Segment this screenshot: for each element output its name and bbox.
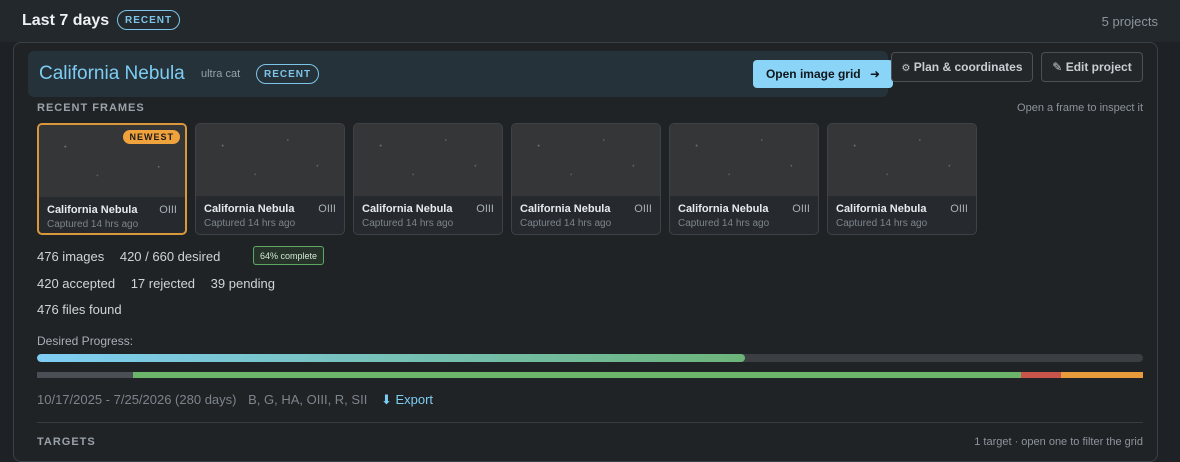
frame-capture-time: Captured 14 hrs ago <box>520 218 612 229</box>
open-image-grid-label: Open image grid <box>765 67 861 81</box>
desired-progress-bar <box>37 354 1143 362</box>
status-segment-rejected <box>1021 372 1062 378</box>
project-card: California Nebula ultra cat RECENT Open … <box>13 42 1158 462</box>
frame-thumbnail <box>512 124 660 196</box>
section-title: Last 7 days <box>22 12 110 29</box>
section-header: Last 7 days RECENT 5 projects <box>0 0 1180 42</box>
targets-heading: TARGETS <box>37 436 96 448</box>
pending-count: 39 pending <box>210 276 275 291</box>
gear-icon: ⚙ <box>901 63 911 74</box>
frame-thumbnail <box>828 124 976 196</box>
frame-capture-time: Captured 14 hrs ago <box>362 218 454 229</box>
frame-target-name: California Nebula <box>204 203 295 215</box>
files-row: 476 files found <box>37 302 134 317</box>
frame-card[interactable]: California Nebula OIII Captured 14 hrs a… <box>827 123 977 235</box>
targets-hint: 1 target · open one to filter the grid <box>974 436 1143 448</box>
frame-card[interactable]: California Nebula OIII Captured 14 hrs a… <box>353 123 503 235</box>
frame-filter: OIII <box>476 203 494 215</box>
status-segment-other <box>37 372 134 378</box>
rejected-count: 17 rejected <box>130 276 196 291</box>
image-count-row: 476 images 420 / 660 desired <box>37 249 232 264</box>
download-icon: ⬇ <box>380 392 392 407</box>
desired-progress-label: Desired Progress: <box>37 334 134 348</box>
frame-card[interactable]: California Nebula OIII Captured 14 hrs a… <box>669 123 819 235</box>
newest-badge: NEWEST <box>123 130 180 144</box>
project-recent-badge: RECENT <box>256 64 320 84</box>
date-range: 10/17/2025 - 7/25/2026 (280 days) <box>37 392 237 407</box>
arrow-right-icon: ➜ <box>869 67 881 81</box>
frame-target-name: California Nebula <box>678 203 769 215</box>
frame-thumbnail <box>670 124 818 196</box>
frame-filter: OIII <box>634 203 652 215</box>
frame-card[interactable]: NEWEST California Nebula OIII Captured 1… <box>37 123 187 235</box>
status-progress-bar <box>37 372 1143 378</box>
camera-name: ultra cat <box>201 68 241 80</box>
accepted-count: 420 accepted <box>37 276 116 291</box>
desired-progress-fill <box>37 354 745 362</box>
recent-frames-heading: RECENT FRAMES <box>37 102 145 114</box>
plan-coordinates-button[interactable]: ⚙ Plan & coordinates <box>891 52 1033 82</box>
frame-thumbnail <box>354 124 502 196</box>
project-name[interactable]: California Nebula <box>39 63 185 85</box>
section-divider <box>37 422 1143 423</box>
edit-project-label: Edit project <box>1065 60 1132 74</box>
recent-frames-hint: Open a frame to inspect it <box>1017 102 1143 114</box>
pencil-icon: ✎ <box>1052 60 1063 74</box>
frame-capture-time: Captured 14 hrs ago <box>47 219 139 230</box>
frame-filter: OIII <box>318 203 336 215</box>
complete-badge: 64% complete <box>253 246 325 265</box>
frame-filter: OIII <box>950 203 968 215</box>
project-count: 5 projects <box>1101 14 1158 29</box>
frame-card[interactable]: California Nebula OIII Captured 14 hrs a… <box>195 123 345 235</box>
section-recent-badge: RECENT <box>117 10 181 30</box>
status-segment-pending <box>1061 372 1143 378</box>
frame-capture-time: Captured 14 hrs ago <box>204 218 296 229</box>
open-image-grid-button[interactable]: Open image grid ➜ <box>753 60 893 88</box>
project-footer: 10/17/2025 - 7/25/2026 (280 days) B, G, … <box>37 392 433 408</box>
export-label: Export <box>395 392 434 407</box>
frame-capture-time: Captured 14 hrs ago <box>836 218 928 229</box>
frame-target-name: California Nebula <box>362 203 453 215</box>
frame-target-name: California Nebula <box>520 203 611 215</box>
frame-thumbnail <box>196 124 344 196</box>
frame-card[interactable]: California Nebula OIII Captured 14 hrs a… <box>511 123 661 235</box>
image-count: 476 images <box>37 249 105 264</box>
frame-filter: OIII <box>792 203 810 215</box>
desired-count: 420 / 660 desired <box>119 249 221 264</box>
frame-target-name: California Nebula <box>836 203 927 215</box>
filter-list: B, G, HA, OIII, R, SII <box>248 392 368 407</box>
plan-coordinates-label: Plan & coordinates <box>913 60 1023 74</box>
frame-filter: OIII <box>159 204 177 216</box>
grading-row: 420 accepted 17 rejected 39 pending <box>37 276 287 291</box>
export-link[interactable]: ⬇ Export <box>381 392 433 407</box>
frame-capture-time: Captured 14 hrs ago <box>678 218 770 229</box>
edit-project-button[interactable]: ✎ Edit project <box>1041 52 1143 82</box>
frame-target-name: California Nebula <box>47 204 138 216</box>
status-segment-accepted <box>133 372 1022 378</box>
project-header: California Nebula ultra cat RECENT Open … <box>28 51 893 97</box>
files-found: 476 files found <box>37 302 122 317</box>
